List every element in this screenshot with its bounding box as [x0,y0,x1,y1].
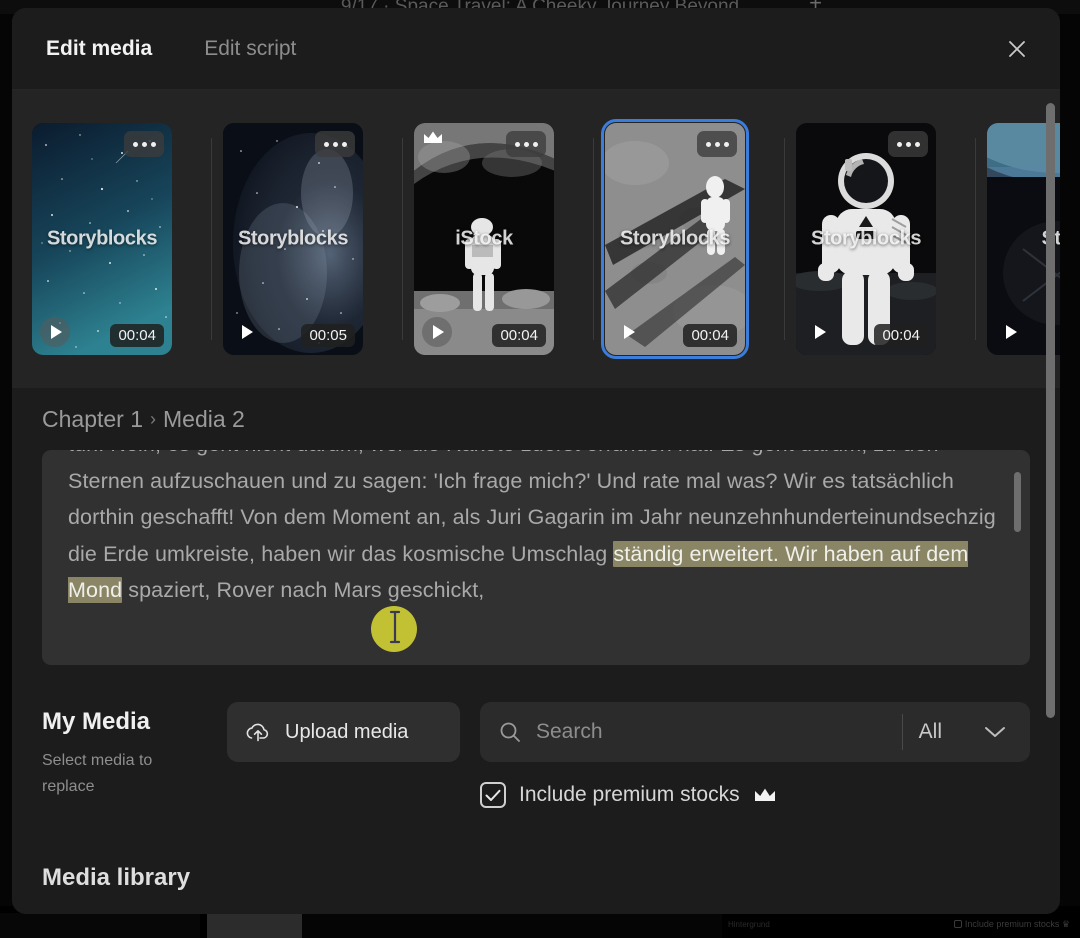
media-item[interactable]: Storyblocks 00:04 [32,90,223,388]
include-premium-stocks-toggle[interactable]: Include premium stocks [480,782,1030,808]
media-strip: Storyblocks 00:04 Storyblocks 00:05 iSto… [12,90,1060,388]
breadcrumb: Chapter 1 › Media 2 [12,388,1060,450]
modal-header: Edit media Edit script [12,8,1060,90]
script-clipped-line: tun. Nein, es geht nicht darum, wer die … [68,450,672,456]
media-duration: 00:04 [110,324,164,347]
thumbnail-watermark: Storyblocks [810,227,922,250]
background-panel-mid [207,913,302,938]
search-input[interactable] [536,720,886,744]
more-options-icon[interactable] [506,131,546,157]
search-section: All Include premium stocks [480,702,1030,808]
play-icon[interactable] [422,317,452,347]
cloud-upload-icon [246,723,269,742]
close-icon [1009,40,1025,57]
more-options-icon[interactable] [697,131,737,157]
chevron-down-icon [985,727,1005,737]
close-button[interactable] [1000,32,1034,66]
media-thumbnail[interactable]: Storyblocks 00:05 [223,123,363,355]
my-media-section: My Media Select media to replace [42,702,227,800]
my-media-subtitle: Select media to replace [42,752,153,795]
background-footer-label: Hintergrund [728,920,770,929]
script-scrollbar[interactable] [1014,472,1021,532]
breadcrumb-chapter[interactable]: Chapter 1 [42,406,143,433]
modal-scrollbar[interactable] [1046,103,1055,718]
include-premium-label: Include premium stocks [519,783,740,806]
media-duration: 00:05 [301,324,355,347]
upload-media-button[interactable]: Upload media [227,702,460,762]
thumbnail-watermark: Storyblocks [46,227,158,250]
more-options-icon[interactable] [315,131,355,157]
media-picker-panel: My Media Select media to replace Upload … [12,680,1060,914]
media-type-filter[interactable]: All [919,720,1012,744]
background-panel-right [302,913,722,938]
my-media-title: My Media [42,708,151,735]
media-item[interactable]: Storyblocks 00:05 [211,90,414,388]
media-thumbnail[interactable]: Storyblocks 00:04 [32,123,172,355]
breadcrumb-separator-icon: › [150,408,157,429]
play-icon[interactable] [231,317,261,347]
background-footer-checkbox-icon [953,920,962,928]
media-thumbnail[interactable]: Storyblocks 00:04 [601,119,749,359]
search-icon [500,722,520,742]
edit-media-modal: Edit media Edit script Storyblocks 00:04… [12,8,1060,914]
thumbnail-watermark: iStock [455,227,513,250]
media-duration: 00:04 [874,324,928,347]
media-strip-container[interactable]: Storyblocks 00:04 Storyblocks 00:05 iSto… [12,90,1060,388]
script-area: tun. Nein, es geht nicht darum, wer die … [12,450,1060,680]
thumbnail-watermark: Storyblocks [619,227,731,250]
media-duration: 00:04 [492,324,546,347]
crown-icon [422,129,444,147]
media-thumbnail[interactable]: Storyblocks 00:04 [796,123,936,355]
upload-media-label: Upload media [285,721,409,743]
search-bar[interactable]: All [480,702,1030,762]
media-thumbnail[interactable]: iStock 00:04 [414,123,554,355]
media-item[interactable]: iStock 00:04 [402,90,605,388]
more-options-icon[interactable] [888,131,928,157]
media-item-selected[interactable]: Storyblocks 00:04 [593,90,796,388]
background-footer-premium: Include premium stocks ♛ [953,919,1070,930]
play-icon[interactable] [40,317,70,347]
more-options-icon[interactable] [124,131,164,157]
play-icon[interactable] [804,317,834,347]
media-type-filter-value: All [918,720,942,743]
script-textbox[interactable]: tun. Nein, es geht nicht darum, wer die … [42,450,1030,665]
script-part-plain-2: spaziert, Rover nach Mars geschickt, [122,578,485,602]
media-duration: 00:04 [683,324,737,347]
screen: 9/17 · Space Travel: A Cheeky Journey Be… [0,0,1080,938]
background-footer-premium-text: Include premium stocks [964,919,1060,929]
search-divider [901,714,903,750]
thumbnail-watermark: Storyblocks [237,227,349,250]
background-panel-left [0,913,200,938]
media-item[interactable]: Storyblocks 00:04 [784,90,987,388]
tab-edit-media[interactable]: Edit media [38,37,160,61]
checkmark-icon [485,789,501,801]
play-icon[interactable] [613,317,643,347]
script-text[interactable]: tun. Nein, es geht nicht darum, wer die … [68,450,1010,609]
tab-edit-script[interactable]: Edit script [196,37,304,61]
media-library-title: Media library [42,864,191,891]
media-picker-toolbar: My Media Select media to replace Upload … [42,702,1030,808]
include-premium-checkbox[interactable] [480,782,506,808]
play-icon[interactable] [995,317,1025,347]
crown-icon [754,788,775,801]
breadcrumb-media[interactable]: Media 2 [163,406,245,433]
